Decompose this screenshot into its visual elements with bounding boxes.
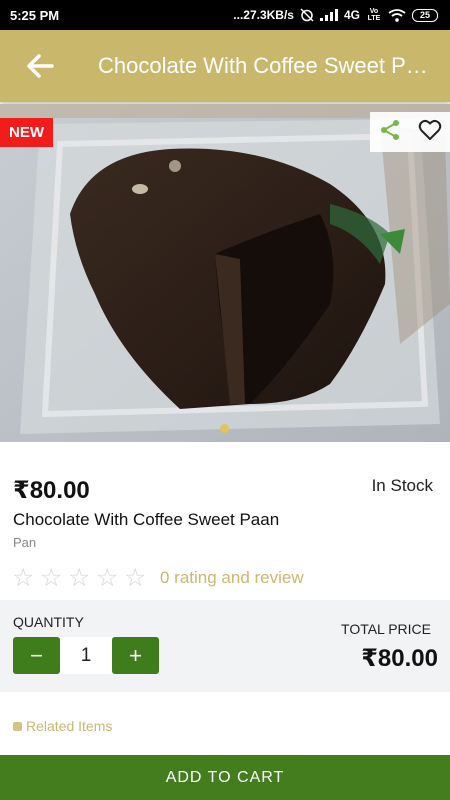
total-price-label: TOTAL PRICE bbox=[341, 621, 431, 637]
rating-link[interactable]: 0 rating and review bbox=[160, 568, 304, 588]
carousel-indicator-dot[interactable] bbox=[220, 424, 229, 433]
heart-outline-icon[interactable] bbox=[418, 119, 442, 146]
star-icon[interactable]: ☆ bbox=[68, 563, 96, 593]
related-items-label: Related Items bbox=[26, 718, 113, 734]
network-type: 4G bbox=[343, 8, 360, 22]
bullet-icon bbox=[13, 721, 22, 731]
related-items-heading: Related Items bbox=[13, 718, 112, 734]
hero-actions bbox=[370, 112, 450, 152]
page-title: Chocolate With Coffee Sweet Paan bbox=[98, 53, 428, 78]
alarm-off-icon bbox=[300, 8, 314, 22]
quantity-value[interactable]: 1 bbox=[60, 637, 112, 674]
back-button[interactable] bbox=[0, 30, 80, 102]
quantity-stepper[interactable]: − 1 + bbox=[13, 637, 159, 674]
add-to-cart-button[interactable]: ADD TO CART bbox=[0, 755, 450, 800]
product-price: ₹80.00 bbox=[13, 477, 90, 504]
volte-label: Vo LTE bbox=[367, 8, 381, 22]
arrow-left-icon bbox=[27, 54, 54, 78]
star-icon[interactable]: ☆ bbox=[96, 563, 124, 593]
status-bar: 5:25 PM ...27.3KB/s 4G Vo LTE 25 bbox=[0, 0, 450, 30]
new-badge: NEW bbox=[0, 118, 53, 147]
increase-quantity-button[interactable]: + bbox=[112, 637, 159, 674]
star-icon[interactable]: ☆ bbox=[124, 563, 152, 593]
product-name: Chocolate With Coffee Sweet Paan bbox=[13, 510, 280, 529]
status-icons: ...27.3KB/s 4G Vo LTE 25 bbox=[233, 8, 438, 22]
product-photo bbox=[0, 104, 450, 442]
share-icon[interactable] bbox=[378, 118, 402, 147]
battery-icon: 25 bbox=[412, 8, 438, 22]
quantity-panel: QUANTITY − 1 + TOTAL PRICE ₹80.00 bbox=[0, 600, 450, 692]
status-time: 5:25 PM bbox=[10, 7, 60, 23]
wifi-icon bbox=[388, 8, 406, 22]
signal-icon bbox=[319, 9, 338, 21]
star-icon[interactable]: ☆ bbox=[40, 563, 68, 593]
app-bar: Chocolate With Coffee Sweet Paan bbox=[0, 30, 450, 102]
rating-row[interactable]: ☆ ☆ ☆ ☆ ☆ 0 rating and review bbox=[12, 563, 304, 593]
decrease-quantity-button[interactable]: − bbox=[13, 637, 60, 674]
quantity-label: QUANTITY bbox=[13, 614, 84, 630]
product-image[interactable]: NEW bbox=[0, 104, 450, 442]
total-price-value: ₹80.00 bbox=[361, 645, 438, 672]
star-icon[interactable]: ☆ bbox=[12, 563, 40, 593]
stock-status: In Stock bbox=[371, 476, 433, 495]
network-speed: ...27.3KB/s bbox=[233, 8, 294, 22]
product-category: Pan bbox=[13, 535, 37, 550]
